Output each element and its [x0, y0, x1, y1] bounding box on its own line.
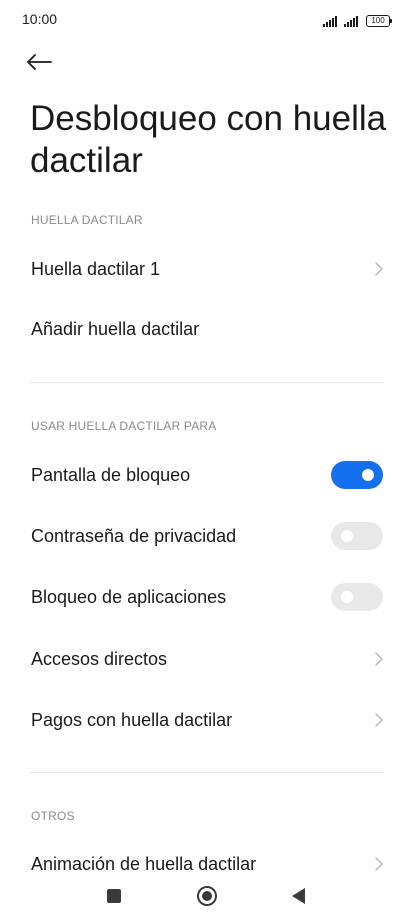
- status-time: 10:00: [22, 11, 58, 27]
- page-title: Desbloqueo con huella dactilar: [30, 99, 387, 180]
- chevron-right-icon: [375, 857, 383, 871]
- row-label: Accesos directos: [31, 648, 168, 669]
- add-fingerprint-item[interactable]: Añadir huella dactilar: [0, 300, 414, 358]
- toggle-knob: [341, 530, 353, 542]
- toggle-knob: [341, 591, 353, 603]
- toggle-knob: [362, 469, 374, 481]
- settings-screen: 10:00 100 Desbloqueo con huella dactilar…: [0, 0, 414, 920]
- fingerprint-payments-item[interactable]: Pagos con huella dactilar: [0, 691, 414, 749]
- section-header-use-for: USAR HUELLA DACTILAR PARA: [31, 419, 217, 433]
- app-lock-toggle[interactable]: [331, 583, 383, 611]
- shortcuts-item[interactable]: Accesos directos: [0, 630, 414, 688]
- signal-icon: [344, 16, 358, 27]
- battery-level: 100: [371, 16, 385, 25]
- navigation-bar: [0, 872, 414, 920]
- row-label: Huella dactilar 1: [31, 258, 161, 279]
- status-bar: 10:00 100: [0, 0, 414, 40]
- nav-back-button[interactable]: [292, 888, 305, 904]
- privacy-password-item[interactable]: Contraseña de privacidad: [0, 507, 414, 565]
- row-label: Pagos con huella dactilar: [31, 709, 233, 730]
- row-label: Contraseña de privacidad: [31, 525, 237, 546]
- battery-icon: 100: [366, 15, 392, 27]
- fingerprint-1-item[interactable]: Huella dactilar 1: [0, 240, 414, 298]
- home-button[interactable]: [197, 886, 217, 906]
- chevron-right-icon: [375, 652, 383, 666]
- arrow-left-icon: [27, 54, 52, 70]
- section-header-others: OTROS: [31, 809, 75, 823]
- section-divider: [30, 772, 384, 773]
- chevron-right-icon: [375, 713, 383, 727]
- status-icons: 100: [323, 11, 392, 27]
- privacy-password-toggle[interactable]: [331, 522, 383, 550]
- row-label: Pantalla de bloqueo: [31, 464, 191, 485]
- section-divider: [30, 382, 384, 383]
- app-lock-item[interactable]: Bloqueo de aplicaciones: [0, 568, 414, 626]
- lock-screen-item[interactable]: Pantalla de bloqueo: [0, 446, 414, 504]
- signal-icon: [323, 16, 337, 27]
- row-label: Bloqueo de aplicaciones: [31, 586, 227, 607]
- recents-button[interactable]: [107, 889, 121, 903]
- chevron-right-icon: [375, 262, 383, 276]
- back-button[interactable]: [26, 48, 58, 76]
- lock-screen-toggle[interactable]: [331, 461, 383, 489]
- row-label: Añadir huella dactilar: [31, 318, 200, 339]
- section-header-fingerprint: HUELLA DACTILAR: [31, 213, 143, 227]
